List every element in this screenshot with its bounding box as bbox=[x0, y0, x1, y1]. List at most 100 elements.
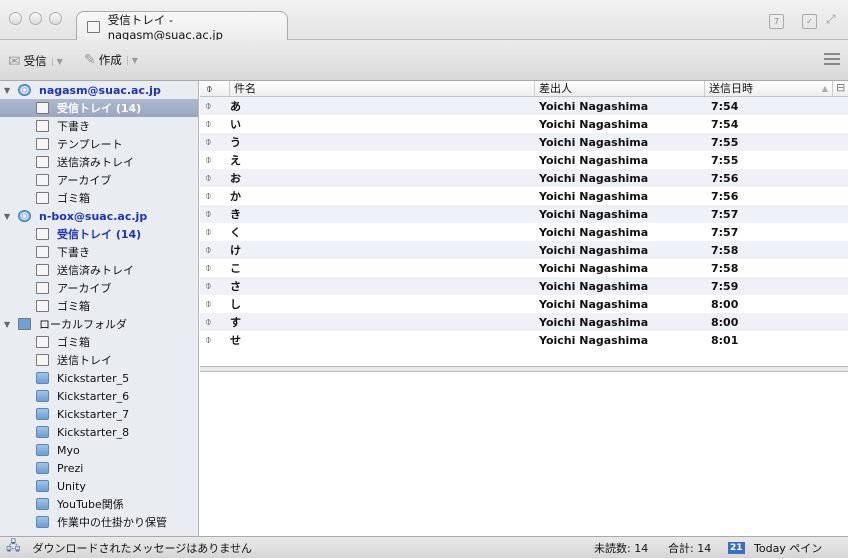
folder-label: Kickstarter_8 bbox=[57, 425, 130, 439]
folder-item[interactable]: 受信トレイ (14) bbox=[0, 225, 198, 243]
message-row[interactable]: ⌽ こ Yoichi Nagashima 7:58 bbox=[200, 259, 848, 277]
message-row[interactable]: ⌽ せ Yoichi Nagashima 8:01 bbox=[200, 331, 848, 349]
folder-item[interactable]: 下書き bbox=[0, 117, 198, 135]
zoom-window-button[interactable] bbox=[49, 12, 62, 25]
folder-label: 受信トレイ (14) bbox=[57, 228, 142, 241]
app-menu-button[interactable] bbox=[824, 53, 840, 65]
message-row[interactable]: ⌽ う Yoichi Nagashima 7:55 bbox=[200, 133, 848, 151]
inbox-icon bbox=[36, 354, 49, 366]
folder-item[interactable]: ▼ nagasm@suac.ac.jp bbox=[0, 81, 198, 99]
folder-label: Kickstarter_7 bbox=[57, 407, 130, 421]
folder-label: アーカイブ bbox=[57, 174, 112, 187]
column-date-label: 送信日時 bbox=[709, 82, 753, 95]
message-row[interactable]: ⌽ え Yoichi Nagashima 7:55 bbox=[200, 151, 848, 169]
folder-label: 送信済みトレイ bbox=[57, 156, 134, 169]
minimize-window-button[interactable] bbox=[29, 12, 42, 25]
message-list: ⌽ 件名 差出人 送信日時 ▲ ⊟ ⌽ あ Yoichi Nagashima 7:54 ⌽… bbox=[200, 81, 848, 366]
folder-item[interactable]: ゴミ箱 bbox=[0, 333, 198, 351]
message-row[interactable]: ⌽ か Yoichi Nagashima 7:56 bbox=[200, 187, 848, 205]
folder-label: ローカルフォルダ bbox=[39, 318, 127, 331]
folder-special-icon bbox=[36, 174, 49, 186]
tasks-icon[interactable]: ✓ bbox=[802, 14, 817, 29]
column-picker-icon[interactable]: ⊟ bbox=[833, 81, 845, 96]
folder-item[interactable]: Kickstarter_6 bbox=[0, 387, 198, 405]
twisty-expanded-icon[interactable]: ▼ bbox=[4, 320, 14, 329]
today-pane-icon[interactable]: 21 bbox=[728, 541, 745, 554]
folder-item[interactable]: Unity bbox=[0, 477, 198, 495]
folder-label: Kickstarter_6 bbox=[57, 389, 130, 403]
attachment-icon: ⌽ bbox=[205, 279, 212, 292]
write-button[interactable]: ✎ 作成 ▼ bbox=[84, 52, 138, 68]
message-date: 8:01 bbox=[711, 333, 739, 347]
tab-inbox[interactable]: 受信トレイ - nagasm@suac.ac.jp bbox=[76, 11, 288, 42]
message-date: 7:56 bbox=[711, 189, 739, 203]
attachment-column-icon[interactable]: ⌽ bbox=[200, 81, 230, 96]
twisty-expanded-icon[interactable]: ▼ bbox=[4, 86, 14, 95]
message-row[interactable]: ⌽ い Yoichi Nagashima 7:54 bbox=[200, 115, 848, 133]
folder-item[interactable]: Myo bbox=[0, 441, 198, 459]
message-row[interactable]: ⌽ さ Yoichi Nagashima 7:59 bbox=[200, 277, 848, 295]
folder-item[interactable]: アーカイブ bbox=[0, 171, 198, 189]
folder-item[interactable]: ゴミ箱 bbox=[0, 189, 198, 207]
message-row[interactable]: ⌽ あ Yoichi Nagashima 7:54 bbox=[200, 97, 848, 115]
chevron-down-icon[interactable]: ▼ bbox=[126, 55, 138, 65]
folder-label: 下書き bbox=[57, 246, 90, 259]
chevron-down-icon[interactable]: ▼ bbox=[51, 56, 63, 66]
column-date[interactable]: 送信日時 ▲ bbox=[705, 81, 833, 96]
fullscreen-icon[interactable]: ⤢ bbox=[826, 12, 836, 27]
twisty-expanded-icon[interactable]: ▼ bbox=[4, 212, 14, 221]
online-status-icon[interactable]: 🖧 bbox=[6, 537, 21, 559]
attachment-icon: ⌽ bbox=[205, 135, 212, 148]
message-row[interactable]: ⌽ き Yoichi Nagashima 7:57 bbox=[200, 205, 848, 223]
message-subject: い bbox=[230, 118, 241, 131]
message-row[interactable]: ⌽ し Yoichi Nagashima 8:00 bbox=[200, 295, 848, 313]
column-sender[interactable]: 差出人 bbox=[535, 81, 705, 96]
folder-special-icon bbox=[36, 336, 49, 348]
folder-label: ゴミ箱 bbox=[57, 192, 90, 205]
folder-item[interactable]: 送信済みトレイ bbox=[0, 261, 198, 279]
folder-item[interactable]: ゴミ箱 bbox=[0, 297, 198, 315]
attachment-icon: ⌽ bbox=[205, 189, 212, 202]
attachment-icon: ⌽ bbox=[205, 153, 212, 166]
message-row[interactable]: ⌽ け Yoichi Nagashima 7:58 bbox=[200, 241, 848, 259]
message-sender: Yoichi Nagashima bbox=[539, 279, 649, 293]
message-sender: Yoichi Nagashima bbox=[539, 333, 649, 347]
folder-item[interactable]: ▼ n-box@suac.ac.jp bbox=[0, 207, 198, 225]
folder-item[interactable]: Kickstarter_5 bbox=[0, 369, 198, 387]
today-pane-button[interactable]: Today ペイン bbox=[754, 540, 822, 556]
folder-icon bbox=[36, 408, 49, 420]
attachment-icon: ⌽ bbox=[205, 333, 212, 346]
folder-item[interactable]: Kickstarter_8 bbox=[0, 423, 198, 441]
folder-item[interactable]: 下書き bbox=[0, 243, 198, 261]
message-row[interactable]: ⌽ お Yoichi Nagashima 7:56 bbox=[200, 169, 848, 187]
status-bar: 🖧 ダウンロードされたメッセージはありません 未読数: 14 合計: 14 21… bbox=[0, 536, 848, 558]
folder-item[interactable]: Kickstarter_7 bbox=[0, 405, 198, 423]
folder-item[interactable]: 作業中の仕掛かり保管 bbox=[0, 513, 198, 531]
attachment-icon: ⌽ bbox=[205, 261, 212, 274]
unread-count: 未読数: 14 bbox=[594, 541, 649, 555]
folder-special-icon bbox=[36, 282, 49, 294]
folder-item[interactable]: 送信トレイ bbox=[0, 351, 198, 369]
message-row[interactable]: ⌽ す Yoichi Nagashima 8:00 bbox=[200, 313, 848, 331]
folder-label: n-box@suac.ac.jp bbox=[39, 209, 148, 223]
message-sender: Yoichi Nagashima bbox=[539, 243, 649, 257]
folder-item[interactable]: YouTube関係 bbox=[0, 495, 198, 513]
close-window-button[interactable] bbox=[9, 12, 22, 25]
folder-item[interactable]: 送信済みトレイ bbox=[0, 153, 198, 171]
calendar-icon[interactable]: 7 bbox=[769, 14, 784, 29]
message-date: 8:00 bbox=[711, 315, 739, 329]
folder-icon bbox=[36, 480, 49, 492]
message-subject: え bbox=[230, 154, 241, 167]
folder-item[interactable]: ▼ ローカルフォルダ bbox=[0, 315, 198, 333]
message-row[interactable]: ⌽ く Yoichi Nagashima 7:57 bbox=[200, 223, 848, 241]
folder-icon bbox=[36, 516, 49, 528]
folder-item[interactable]: Prezi bbox=[0, 459, 198, 477]
attachment-icon: ⌽ bbox=[205, 243, 212, 256]
folder-label: Prezi bbox=[57, 461, 84, 475]
get-mail-button[interactable]: ✉ 受信 ▼ bbox=[8, 52, 63, 70]
column-subject[interactable]: 件名 bbox=[230, 81, 535, 96]
folder-special-icon bbox=[36, 192, 49, 204]
folder-item[interactable]: 受信トレイ (14) bbox=[0, 99, 198, 117]
folder-item[interactable]: テンプレート bbox=[0, 135, 198, 153]
folder-item[interactable]: アーカイブ bbox=[0, 279, 198, 297]
